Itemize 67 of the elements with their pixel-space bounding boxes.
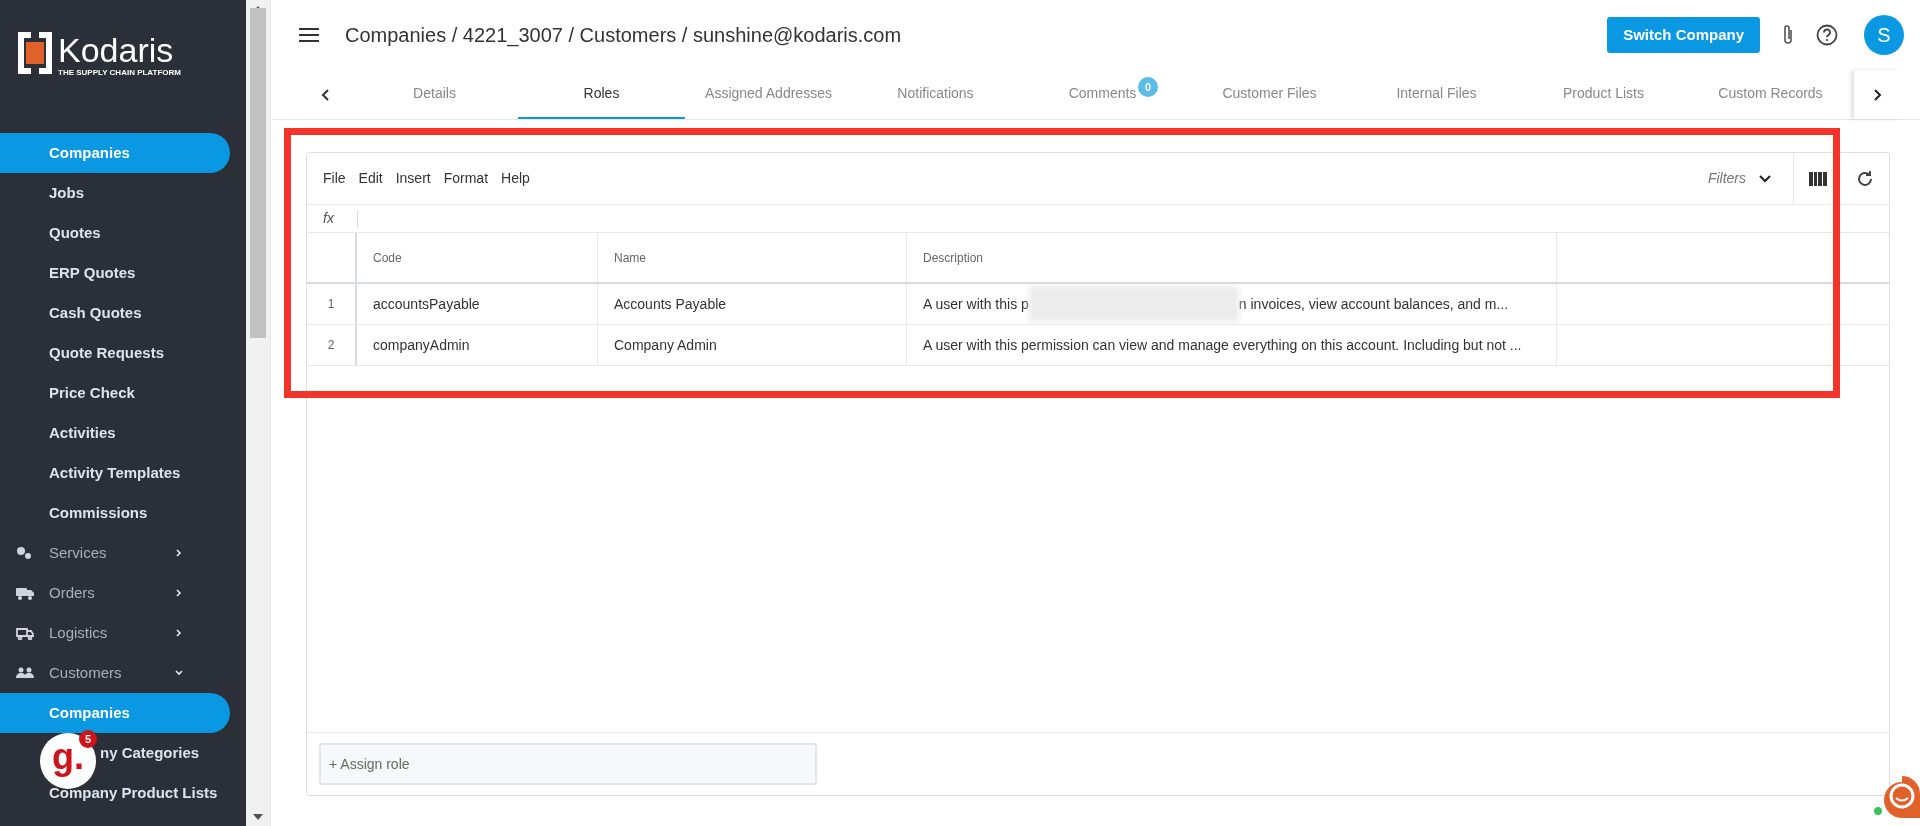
- truck-icon: [16, 586, 34, 600]
- column-header[interactable]: Name: [598, 233, 907, 282]
- table-cell-text: A user with this permission can view and manage everything on this account. Including but not ...: [923, 335, 1522, 355]
- paperclip-icon[interactable]: [1782, 24, 1794, 46]
- refresh-icon[interactable]: [1856, 169, 1875, 188]
- tab[interactable]: Roles: [518, 70, 685, 119]
- tab[interactable]: Notifications: [852, 70, 1019, 119]
- tab[interactable]: Internal Files: [1353, 70, 1520, 119]
- logo-text: Kodaris: [58, 32, 175, 68]
- assign-role-field[interactable]: + Assign role: [319, 743, 817, 785]
- sidebar-section[interactable]: Orders: [49, 581, 174, 605]
- table-cell-text: accountsPayable: [373, 294, 480, 314]
- menu-item[interactable]: Insert: [395, 168, 431, 189]
- menu-item[interactable]: Help: [501, 168, 530, 189]
- user-avatar[interactable]: S: [1864, 15, 1904, 55]
- sidebar-section[interactable]: Logistics: [49, 621, 174, 645]
- sidebar-item[interactable]: Activity Templates: [49, 453, 181, 493]
- columns-icon[interactable]: [1808, 171, 1827, 186]
- sidebar-section[interactable]: Customers: [49, 661, 174, 685]
- formula-label: fx: [322, 209, 335, 228]
- breadcrumb: Companies / 4221_3007 / Customers / sunshine@kodaris.com: [345, 23, 903, 49]
- sidebar-item[interactable]: Quote Requests: [49, 333, 165, 373]
- logo-tagline: THE SUPPLY CHAIN PLATFORM: [58, 68, 181, 78]
- sidebar-item[interactable]: ERP Quotes: [49, 253, 136, 293]
- chat-widget-icon[interactable]: [1874, 774, 1920, 820]
- sidebar-item[interactable]: Activities: [49, 413, 116, 453]
- people-icon: [16, 667, 34, 679]
- logo-icon: [18, 32, 52, 74]
- tab[interactable]: Custom Records: [1687, 70, 1854, 119]
- table-cell-text: companyAdmin: [373, 335, 470, 355]
- sidebar-item[interactable]: Companies: [0, 693, 230, 733]
- sidebar-section[interactable]: Services: [49, 541, 174, 565]
- table-cell-text: n invoices, view account balances, and m...: [1238, 294, 1509, 314]
- sidebar-item[interactable]: Jobs: [49, 173, 84, 213]
- scroll-down-icon[interactable]: [253, 814, 263, 820]
- chevron-right-icon[interactable]: [1872, 88, 1882, 101]
- chevron-down-icon[interactable]: [1759, 174, 1771, 183]
- sidebar-item[interactable]: Commissions: [49, 493, 148, 533]
- menu-item[interactable]: Edit: [358, 168, 383, 189]
- sidebar-item[interactable]: ny Categories: [100, 733, 200, 773]
- menu-item[interactable]: Format: [443, 168, 489, 189]
- scrollbar-thumb[interactable]: [250, 8, 266, 338]
- table-cell-text: Accounts Payable: [614, 294, 727, 314]
- van-icon: [16, 626, 34, 640]
- column-header[interactable]: Code: [357, 233, 598, 282]
- help-icon[interactable]: [1816, 24, 1838, 46]
- chevron-left-icon[interactable]: [321, 88, 331, 101]
- row-number: 1: [327, 296, 335, 313]
- menu-item[interactable]: File: [323, 168, 346, 189]
- tab[interactable]: Product Lists: [1520, 70, 1687, 119]
- tab[interactable]: Details: [351, 70, 518, 119]
- sidebar-item[interactable]: Cash Quotes: [49, 293, 142, 333]
- filters-label[interactable]: Filters: [1707, 168, 1746, 189]
- gears-icon: [16, 546, 32, 560]
- row-number: 2: [327, 337, 335, 354]
- sidebar-item[interactable]: Quotes: [49, 213, 101, 253]
- table-cell-text: A user with this p: [923, 294, 1029, 314]
- tab[interactable]: Customer Files: [1186, 70, 1353, 119]
- menu-icon[interactable]: [299, 28, 319, 42]
- switch-company-button[interactable]: Switch Company: [1607, 17, 1760, 53]
- column-header[interactable]: Description: [907, 233, 1557, 282]
- sidebar-item[interactable]: Companies: [0, 133, 230, 173]
- tab[interactable]: Comments 0: [1019, 70, 1186, 119]
- sidebar-item[interactable]: Price Check: [49, 373, 135, 413]
- count-badge: 0: [1138, 77, 1158, 97]
- tab[interactable]: Assigned Addresses: [685, 70, 852, 119]
- table-cell-text: Company Admin: [614, 335, 717, 355]
